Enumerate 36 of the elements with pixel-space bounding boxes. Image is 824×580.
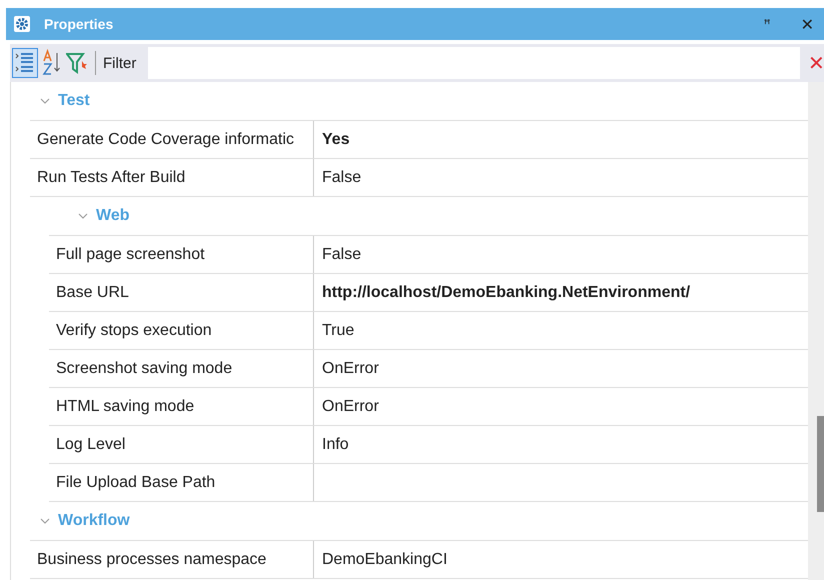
clear-button[interactable]: ✕ [808,50,824,76]
scrollbar[interactable] [808,82,824,580]
property-value[interactable]: True [314,312,808,349]
gear-icon [14,16,30,32]
collapse-chevron-icon[interactable] [40,97,50,105]
property-name: Screenshot saving mode [49,350,314,387]
property-value[interactable]: DemoEbankingCI [314,541,808,578]
window-title: Properties [44,16,114,32]
property-value[interactable]: False [314,236,808,273]
property-name: File Upload Base Path [49,464,314,501]
property-name: Full page screenshot [49,236,314,273]
sort-az-icon[interactable] [42,48,62,78]
property-value[interactable]: http://localhost/DemoEbanking.NetEnvironment/ [314,274,808,311]
property-name: Business processes namespace [30,541,314,578]
close-button[interactable]: ✕ [794,14,820,34]
collapse-chevron-icon[interactable] [78,212,88,220]
filter-label: Filter [103,54,136,72]
property-name: Run Tests After Build [30,159,314,196]
property-value[interactable]: Yes [314,121,808,158]
filter-icon[interactable] [66,51,88,75]
category-label: Web [96,207,130,225]
categorized-view-icon[interactable] [12,48,38,78]
property-value[interactable]: OnError [314,350,808,387]
collapse-chevron-icon[interactable] [40,517,50,525]
property-value[interactable]: Info [314,426,808,463]
category-label: Test [58,92,90,110]
property-name: Log Level [49,426,314,463]
property-value[interactable]: False [314,159,808,196]
property-name: Base URL [49,274,314,311]
scrollbar-thumb[interactable] [817,416,824,512]
property-name: Verify stops execution [49,312,314,349]
category-label: Workflow [58,512,130,530]
property-value[interactable]: OnError [314,388,808,425]
property-name: Generate Code Coverage informatic [30,121,314,158]
property-name: HTML saving mode [49,388,314,425]
pin-button[interactable]: ꟸ [758,17,777,31]
